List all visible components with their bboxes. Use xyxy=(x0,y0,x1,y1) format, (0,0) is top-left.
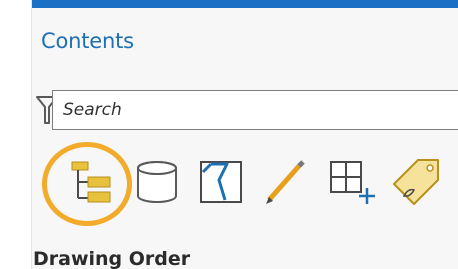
contents-pane: Contents xyxy=(31,0,458,269)
list-by-drawing-order-icon[interactable] xyxy=(66,160,116,206)
search-input[interactable] xyxy=(52,90,458,130)
screenshot-stage: Contents Search Drawing Order xyxy=(0,0,458,269)
pane-accent-bar xyxy=(32,0,458,8)
list-by-editing-icon[interactable] xyxy=(261,158,309,206)
pane-title: Contents xyxy=(41,29,134,53)
list-by-data-source-icon[interactable] xyxy=(133,158,181,206)
list-by-selection-icon[interactable] xyxy=(197,158,245,206)
list-by-snapping-icon[interactable] xyxy=(327,158,377,206)
drawing-order-header: Drawing Order xyxy=(33,248,191,269)
list-by-labeling-icon[interactable] xyxy=(392,156,444,208)
